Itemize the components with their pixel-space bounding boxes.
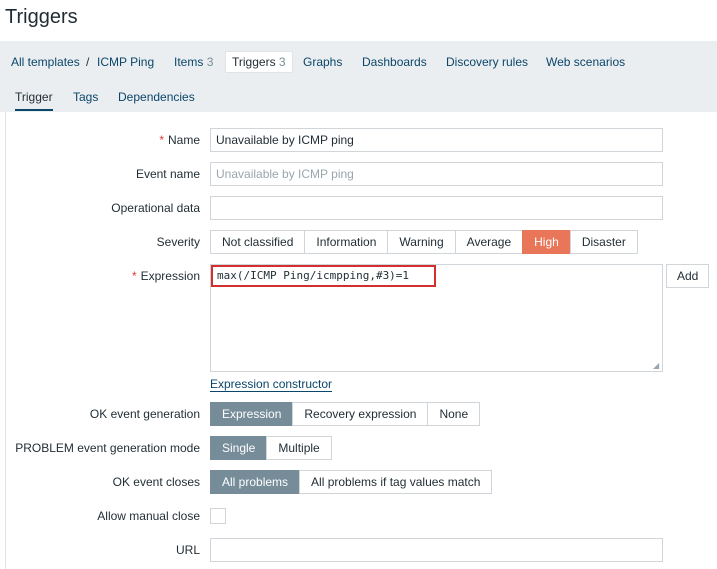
nav-discovery-rules[interactable]: Discovery rules bbox=[446, 52, 528, 72]
add-expression-button[interactable]: Add bbox=[666, 264, 710, 288]
problem-mode-multiple[interactable]: Multiple bbox=[266, 436, 332, 460]
severity-information[interactable]: Information bbox=[304, 230, 389, 254]
nav-all-templates[interactable]: All templates bbox=[11, 52, 80, 72]
severity-warning[interactable]: Warning bbox=[387, 230, 456, 254]
operational-data-label: Operational data bbox=[111, 201, 200, 215]
url-label: URL bbox=[175, 543, 200, 557]
operational-data-input[interactable] bbox=[210, 196, 663, 220]
nav-web-scenarios[interactable]: Web scenarios bbox=[546, 52, 625, 72]
ok-closes-tag-match[interactable]: All problems if tag values match bbox=[299, 470, 493, 494]
expression-value: max(/ICMP Ping/icmpping,#3)=1 bbox=[211, 265, 436, 287]
ok-event-closes-selector: All problems All problems if tag values … bbox=[210, 470, 493, 494]
resize-handle-icon[interactable]: ◢ bbox=[653, 362, 661, 370]
breadcrumb-separator: / bbox=[86, 55, 90, 69]
ok-event-generation-selector: Expression Recovery expression None bbox=[210, 402, 481, 426]
severity-high[interactable]: High bbox=[522, 230, 571, 254]
severity-label: Severity bbox=[156, 235, 200, 249]
severity-disaster[interactable]: Disaster bbox=[569, 230, 638, 254]
event-name-input[interactable]: Unavailable by ICMP ping bbox=[210, 162, 663, 186]
severity-selector: Not classified Information Warning Avera… bbox=[210, 230, 638, 254]
name-label: * Name bbox=[159, 133, 200, 147]
nav-template-icmp-ping[interactable]: ICMP Ping bbox=[97, 52, 154, 72]
problem-mode-selector: Single Multiple bbox=[210, 436, 332, 460]
page-title: Triggers bbox=[5, 6, 78, 28]
problem-mode-single[interactable]: Single bbox=[210, 436, 268, 460]
expression-constructor-link[interactable]: Expression constructor bbox=[210, 377, 333, 392]
nav-items-label: Items bbox=[174, 55, 204, 69]
allow-manual-close-label: Allow manual close bbox=[97, 509, 200, 523]
allow-manual-close-checkbox[interactable] bbox=[210, 508, 226, 524]
expression-label: * Expression bbox=[131, 269, 200, 283]
tab-trigger[interactable]: Trigger bbox=[15, 89, 53, 111]
expression-textarea[interactable]: max(/ICMP Ping/icmpping,#3)=1 ◢ bbox=[210, 264, 663, 372]
nav-dashboards[interactable]: Dashboards bbox=[362, 52, 427, 72]
event-name-label: Event name bbox=[135, 167, 200, 181]
nav-items-count: 3 bbox=[206, 55, 214, 69]
ok-closes-all-problems[interactable]: All problems bbox=[210, 470, 301, 494]
nav-items[interactable]: Items 3 bbox=[174, 52, 213, 72]
required-marker: * bbox=[159, 133, 164, 147]
name-input[interactable]: Unavailable by ICMP ping bbox=[210, 128, 663, 152]
tab-tags[interactable]: Tags bbox=[73, 89, 98, 111]
template-navbar: All templates / ICMP Ping Items 3 Trigge… bbox=[0, 41, 717, 82]
required-marker: * bbox=[131, 269, 137, 283]
url-input[interactable] bbox=[210, 538, 663, 562]
ok-gen-recovery-expression[interactable]: Recovery expression bbox=[292, 402, 429, 426]
nav-triggers-label: Triggers bbox=[232, 55, 276, 69]
problem-mode-label: PROBLEM event generation mode bbox=[15, 441, 200, 455]
nav-triggers[interactable]: Triggers 3 bbox=[225, 51, 293, 73]
severity-not-classified[interactable]: Not classified bbox=[210, 230, 306, 254]
nav-graphs[interactable]: Graphs bbox=[303, 52, 342, 72]
ok-event-generation-label: OK event generation bbox=[89, 407, 200, 421]
ok-gen-expression[interactable]: Expression bbox=[210, 402, 294, 426]
severity-average[interactable]: Average bbox=[454, 230, 524, 254]
tab-dependencies[interactable]: Dependencies bbox=[118, 89, 195, 111]
form-tabs: Trigger Tags Dependencies bbox=[0, 82, 717, 112]
ok-event-closes-label: OK event closes bbox=[112, 475, 200, 489]
ok-gen-none[interactable]: None bbox=[427, 402, 481, 426]
nav-triggers-count: 3 bbox=[278, 55, 286, 69]
